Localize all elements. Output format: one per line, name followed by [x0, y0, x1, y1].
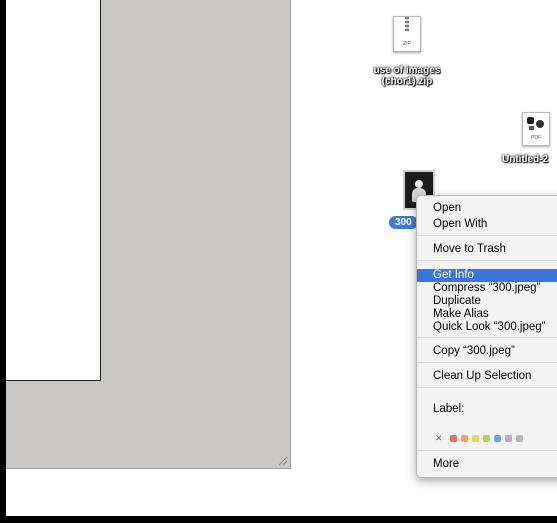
pdf-document-icon: PDF — [522, 112, 550, 146]
menu-item-compress[interactable]: Compress “300.jpeg” — [417, 282, 557, 295]
menu-separator — [417, 450, 557, 451]
label-swatch[interactable] — [515, 435, 523, 442]
menu-label-heading: Label: — [433, 403, 465, 415]
label-swatch[interactable] — [504, 435, 512, 442]
app-window — [6, 0, 291, 469]
resize-grip-icon[interactable] — [278, 456, 288, 466]
menu-item-move-to-trash[interactable]: Move to Trash — [417, 243, 557, 256]
pdf-file-icon[interactable]: PDF Untitled-2 — [496, 112, 557, 165]
menu-item-quick-look[interactable]: Quick Look “300.jpeg” — [417, 321, 557, 334]
zip-file-name-line1: use of images — [373, 65, 441, 76]
zip-document-icon: ZIP — [393, 16, 421, 52]
pdf-badge: PDF — [531, 135, 541, 141]
context-menu: Open Open With Move to Trash Get Info Co… — [416, 195, 557, 478]
menu-separator — [417, 362, 557, 363]
menu-item-make-alias[interactable]: Make Alias — [417, 308, 557, 321]
remove-label-icon[interactable]: ✕ — [435, 433, 443, 444]
label-swatch[interactable] — [449, 435, 457, 442]
menu-item-get-info[interactable]: Get Info — [417, 269, 557, 282]
label-swatch[interactable] — [460, 435, 468, 442]
menu-item-open-with[interactable]: Open With — [417, 218, 557, 231]
menu-separator — [417, 260, 557, 261]
menu-item-open[interactable]: Open — [417, 202, 557, 215]
desktop: ZIP use of images (chor1).zip PDF Untitl… — [6, 0, 557, 516]
label-swatch[interactable] — [482, 435, 490, 442]
pdf-file-name: Untitled-2 — [502, 154, 549, 165]
menu-item-duplicate[interactable]: Duplicate — [417, 295, 557, 308]
menu-item-clean-up-selection[interactable]: Clean Up Selection — [417, 370, 557, 383]
menu-separator — [417, 387, 557, 388]
menu-separator — [417, 337, 557, 338]
zip-badge: ZIP — [403, 41, 411, 47]
document-canvas — [6, 0, 101, 381]
menu-item-more[interactable]: More — [417, 458, 557, 471]
menu-item-copy[interactable]: Copy “300.jpeg” — [417, 345, 557, 358]
menu-separator — [417, 235, 557, 236]
zip-file-icon[interactable]: ZIP use of images (chor1).zip — [362, 16, 452, 87]
zip-file-name-line2: (chor1).zip — [381, 76, 433, 87]
label-swatch[interactable] — [493, 435, 501, 442]
label-swatch[interactable] — [471, 435, 479, 442]
label-color-swatches: ✕ — [435, 433, 523, 444]
jpeg-file-name[interactable]: 300 — [389, 216, 418, 229]
